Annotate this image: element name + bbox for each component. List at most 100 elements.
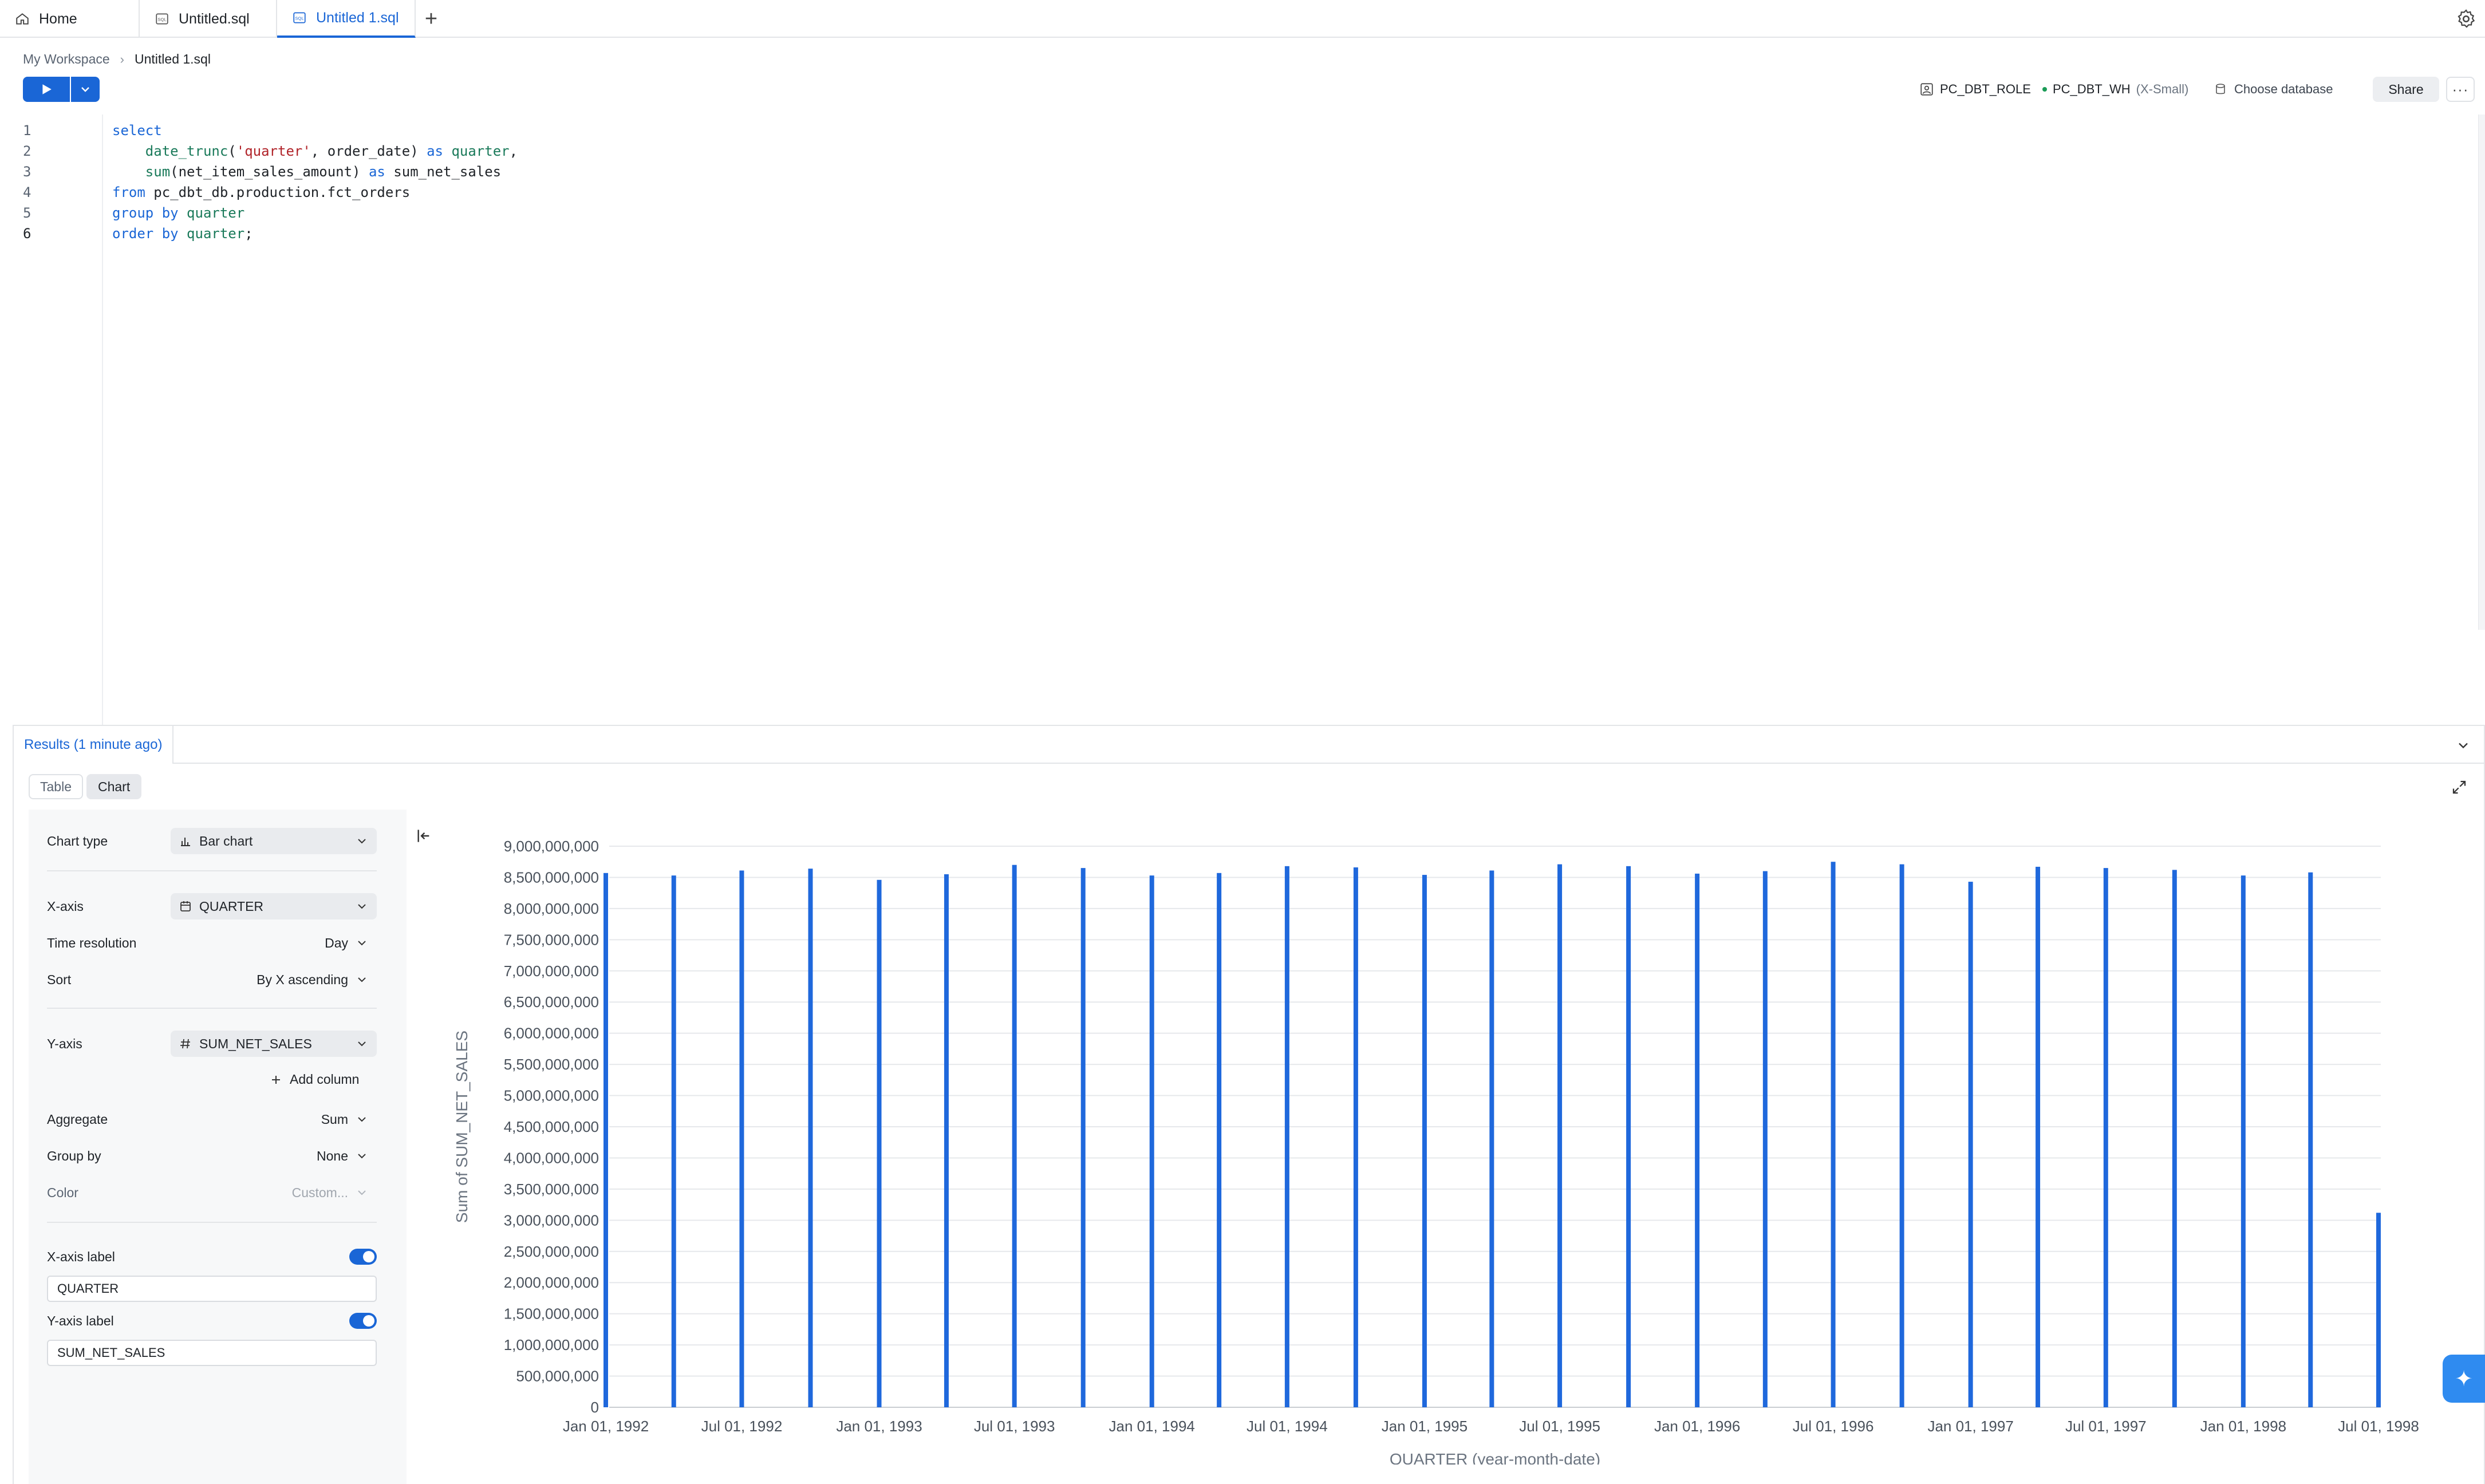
add-column-button[interactable]: Add column (269, 1072, 359, 1087)
x-tick-label: Jul 01, 1992 (701, 1418, 783, 1435)
table-view-button[interactable]: Table (29, 774, 83, 799)
code-token: ( (228, 143, 236, 159)
new-tab-button[interactable]: + (418, 6, 444, 32)
code-token: quarter (187, 205, 245, 221)
bar (1149, 875, 1154, 1407)
y-tick-label: 2,000,000,000 (504, 1274, 599, 1291)
expand-icon (2452, 780, 2466, 794)
code-token: order by (112, 226, 179, 242)
y-tick-label: 9,000,000,000 (504, 838, 599, 855)
chevron-down-icon (2459, 743, 2468, 749)
divider (47, 1008, 377, 1009)
results-tab[interactable]: Results (1 minute ago) (14, 726, 174, 764)
tab-untitled-1-sql[interactable]: SQL Untitled 1.sql (277, 0, 416, 38)
collapse-config-button[interactable] (415, 827, 433, 845)
bar (2103, 868, 2108, 1407)
status-dot (2042, 87, 2047, 92)
bar (1968, 882, 1973, 1407)
tab-home[interactable]: Home (0, 0, 140, 38)
x-tick-label: Jul 01, 1993 (974, 1418, 1055, 1435)
code-token: quarter (451, 143, 510, 159)
share-button[interactable]: Share (2373, 77, 2439, 102)
chevron-down-icon (358, 1117, 366, 1122)
y-axis-dropdown[interactable]: SUM_NET_SALES (171, 1031, 377, 1057)
line-number: 5 (23, 205, 31, 221)
x-axis-label-toggle-label: X-axis label (47, 1249, 115, 1264)
code-token: , (509, 143, 518, 159)
chart-type-dropdown[interactable]: Bar chart (171, 828, 377, 854)
chevron-down-icon (358, 1190, 366, 1195)
y-tick-label: 0 (591, 1399, 599, 1416)
bar (1353, 867, 1358, 1407)
code-line: select (112, 123, 162, 139)
x-tick-label: Jan 01, 1997 (1927, 1418, 2013, 1435)
x-tick-label: Jan 01, 1994 (1109, 1418, 1195, 1435)
tab-bar: Home SQL Untitled.sql SQL Untitled 1.sql… (0, 0, 2485, 38)
y-tick-label: 5,500,000,000 (504, 1056, 599, 1073)
line-number: 1 (23, 123, 31, 139)
bar (2376, 1213, 2381, 1407)
breadcrumb: My Workspace › Untitled 1.sql (23, 52, 211, 67)
code-token: group by (112, 205, 179, 221)
ai-assistant-button[interactable]: ✦ (2443, 1355, 2485, 1403)
divider (47, 870, 377, 871)
chevron-down-icon (81, 87, 89, 92)
x-axis-label-input[interactable]: QUARTER (47, 1276, 377, 1302)
code-token: select (112, 123, 162, 139)
y-axis-label-input[interactable]: SUM_NET_SALES (47, 1340, 377, 1366)
bar (671, 875, 676, 1407)
group-by-row: Group by None (47, 1143, 377, 1169)
bar (1762, 871, 1768, 1407)
code-token: (net_item_sales_amount) (170, 164, 369, 180)
more-options-button[interactable]: ··· (2446, 77, 2475, 102)
y-tick-label: 3,000,000,000 (504, 1211, 599, 1229)
run-button[interactable] (23, 77, 70, 102)
y-tick-label: 4,000,000,000 (504, 1149, 599, 1166)
editor-scrollbar[interactable] (2478, 115, 2485, 630)
bar (1012, 865, 1017, 1407)
collapse-results-button[interactable] (2455, 737, 2471, 753)
bar (2241, 875, 2246, 1407)
color-dropdown[interactable]: Custom... (284, 1179, 377, 1206)
x-axis-value: QUARTER (199, 898, 264, 914)
chevron-down-icon (358, 839, 366, 844)
warehouse-size: (X-Small) (2136, 82, 2189, 96)
x-tick-label: Jan 01, 1996 (1654, 1418, 1740, 1435)
sort-dropdown[interactable]: By X ascending (249, 966, 377, 993)
y-axis-label-toggle[interactable] (349, 1313, 377, 1329)
x-axis-label-toggle[interactable] (349, 1249, 377, 1265)
bar-chart: 0 500,000,000 1,000,000,000 1,500,000,000 2,… (453, 838, 2419, 1465)
role-warehouse-selector[interactable]: PC_DBT_ROLE PC_DBT_WH (X-Small) (1919, 77, 2188, 102)
x-axis-label-row: X-axis label (47, 1244, 377, 1270)
time-resolution-dropdown[interactable]: Day (317, 930, 377, 956)
code-token: pc_dbt_db.production.fct_orders (145, 184, 411, 200)
run-options-button[interactable] (71, 77, 100, 102)
sql-file-icon: SQL (153, 10, 171, 27)
breadcrumb-workspace[interactable]: My Workspace (23, 52, 110, 67)
bar (2036, 866, 2041, 1407)
code-token: , order_date) (310, 143, 427, 159)
results-header: Results (1 minute ago) (14, 726, 2484, 764)
x-axis-dropdown[interactable]: QUARTER (171, 893, 377, 919)
expand-chart-button[interactable] (2451, 779, 2468, 796)
chart-view-button[interactable]: Chart (86, 774, 142, 799)
home-icon (14, 10, 31, 27)
group-by-dropdown[interactable]: None (309, 1143, 377, 1169)
bar (604, 873, 608, 1407)
sql-editor[interactable]: 1 2 3 4 5 6 select date_trunc('quarter', orde… (0, 115, 2485, 725)
chevron-down-icon (358, 1041, 366, 1047)
choose-database-button[interactable]: Choose database (2214, 77, 2333, 102)
y-axis-label-row: Y-axis label (47, 1308, 377, 1334)
bar (1489, 870, 1494, 1407)
tab-untitled-sql[interactable]: SQL Untitled.sql (140, 0, 277, 38)
x-axis-row: X-axis QUARTER (47, 893, 377, 919)
line-number: 6 (23, 226, 31, 242)
code-line: order by quarter; (112, 226, 253, 242)
hash-icon (180, 1039, 190, 1049)
warehouse-name: PC_DBT_WH (2052, 82, 2131, 96)
aggregate-dropdown[interactable]: Sum (313, 1106, 377, 1132)
code-token: ; (244, 226, 253, 242)
settings-button[interactable] (2455, 8, 2477, 30)
